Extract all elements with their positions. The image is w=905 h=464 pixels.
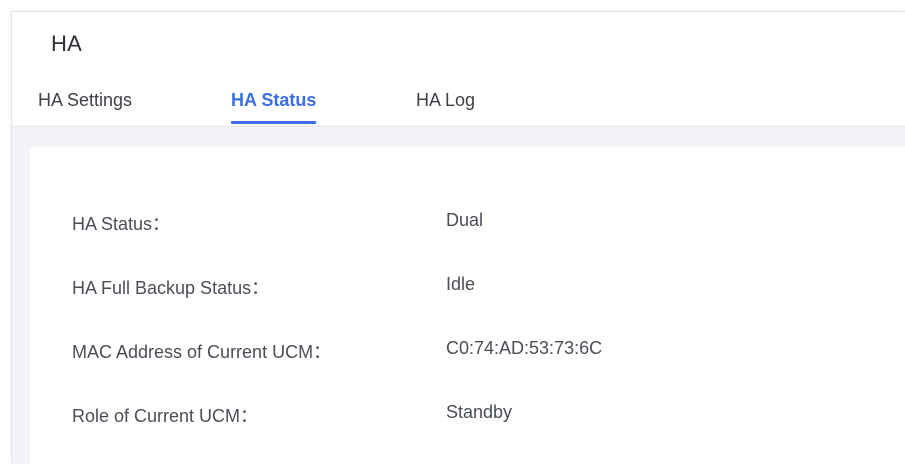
role-value: Standby (446, 402, 513, 422)
status-row-full-backup: HA Full Backup Status： Idle (72, 274, 892, 298)
ha-status-value: Dual (446, 210, 484, 230)
tab-bar: HA Settings HA Status HA Log (12, 90, 905, 127)
full-backup-status-label: HA Full Backup Status： (72, 278, 270, 298)
full-backup-status-value: Idle (446, 274, 476, 294)
status-row-mac-address: MAC Address of Current UCM： C0:74:AD:53:… (72, 338, 892, 362)
status-row-ha-status: HA Status： Dual (72, 210, 892, 234)
page-title: HA (51, 31, 82, 56)
role-label: Role of Current UCM： (72, 406, 259, 426)
mac-address-label: MAC Address of Current UCM： (72, 342, 332, 362)
status-card: HA Status： Dual HA Full Backup Status： I… (30, 147, 905, 464)
tab-ha-log[interactable]: HA Log (416, 90, 475, 121)
ha-status-label: HA Status： (72, 214, 171, 234)
ha-panel: HA HA Settings HA Status HA Log HA Statu… (11, 11, 905, 464)
tab-ha-settings[interactable]: HA Settings (38, 90, 132, 121)
status-row-role: Role of Current UCM： Standby (72, 402, 892, 426)
mac-address-value: C0:74:AD:53:73:6C (446, 338, 603, 358)
tab-ha-status[interactable]: HA Status (231, 90, 317, 124)
